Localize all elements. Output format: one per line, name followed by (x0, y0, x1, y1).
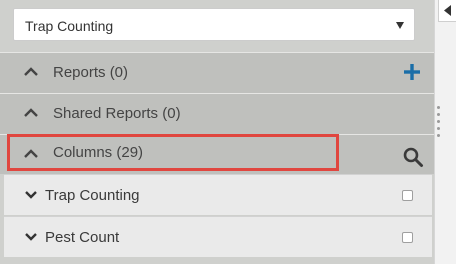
chevron-down-icon (25, 191, 37, 199)
column-item-pest-count[interactable]: Pest Count (4, 216, 432, 257)
collapse-panel-button[interactable] (438, 0, 456, 22)
sidebar-panel: Trap Counting Reports (0) Shared Reports… (0, 0, 434, 264)
column-item-trap-counting[interactable]: Trap Counting (4, 174, 432, 215)
triangle-left-icon (444, 5, 451, 16)
section-reports-label: Reports (0) (53, 64, 129, 81)
section-shared-reports-label: Shared Reports (0) (53, 105, 181, 122)
column-checkbox[interactable] (402, 232, 413, 243)
caret-down-icon (396, 22, 404, 29)
column-item-label: Pest Count (45, 229, 120, 246)
resize-handle[interactable] (437, 106, 440, 146)
chevron-up-icon (24, 149, 38, 158)
column-item-label: Trap Counting (45, 187, 140, 204)
section-shared-reports[interactable]: Shared Reports (0) (0, 93, 434, 134)
chevron-up-icon (24, 67, 38, 76)
chevron-down-icon (25, 233, 37, 241)
section-reports[interactable]: Reports (0) (0, 52, 434, 93)
column-checkbox[interactable] (402, 190, 413, 201)
chevron-up-icon (24, 108, 38, 117)
section-columns[interactable]: Columns (29) (0, 134, 434, 174)
report-type-select[interactable]: Trap Counting (13, 8, 415, 41)
search-icon[interactable] (402, 146, 424, 168)
plus-icon[interactable] (402, 62, 422, 82)
section-columns-label: Columns (29) (53, 144, 144, 161)
report-type-select-value: Trap Counting (25, 18, 114, 34)
